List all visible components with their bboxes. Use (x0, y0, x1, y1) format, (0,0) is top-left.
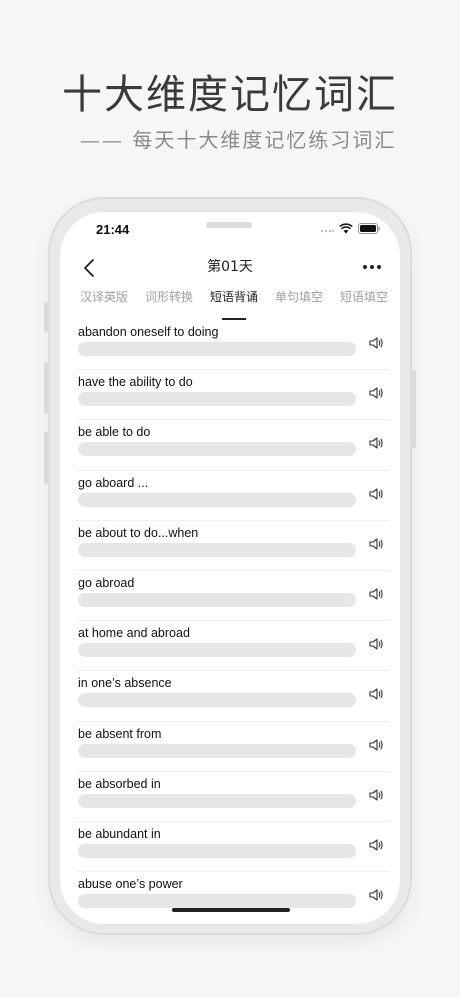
page-title: 第01天 (207, 259, 253, 275)
list-item[interactable]: go aboard ... (76, 471, 390, 521)
speaker-icon[interactable] (368, 435, 384, 451)
answer-bar[interactable] (78, 542, 356, 557)
tab-phrase-recite[interactable]: 短语背诵 (210, 288, 258, 320)
list-item[interactable]: in one’s absence (76, 671, 390, 722)
status-icons (320, 223, 380, 234)
phrase-text: go abroad (78, 575, 135, 590)
list-item[interactable]: abandon oneself to doing (76, 320, 390, 371)
phrase-text: be abundant in (78, 826, 161, 841)
more-dots-icon[interactable] (360, 260, 384, 274)
phrase-text: be able to do (78, 425, 151, 440)
list-item[interactable]: at home and abroad (76, 621, 390, 672)
tab-bar: 汉译英版 词形转换 短语背诵 单句填空 短语填空 (60, 288, 400, 320)
home-indicator[interactable] (172, 908, 290, 912)
phrase-text: abuse one’s power (78, 877, 183, 892)
speaker-icon[interactable] (368, 686, 384, 702)
tab-sentence-fill[interactable]: 单句填空 (275, 288, 323, 314)
speaker-icon[interactable] (368, 486, 384, 502)
list-item[interactable]: abuse one’s power (76, 872, 390, 922)
list-item[interactable]: be able to do (76, 420, 390, 471)
answer-bar[interactable] (78, 894, 356, 909)
speaker-icon[interactable] (368, 636, 384, 652)
list-item[interactable]: be abundant in (76, 822, 390, 873)
speaker-icon[interactable] (368, 887, 384, 903)
tab-word-form[interactable]: 词形转换 (145, 288, 193, 314)
phrase-text: be absorbed in (78, 776, 161, 791)
answer-bar[interactable] (78, 492, 356, 507)
phrase-list: abandon oneself to doing have the abilit… (60, 320, 400, 922)
phrase-text: be absent from (78, 726, 162, 741)
list-item[interactable]: be about to do...when (76, 521, 390, 571)
phone-side-button (44, 432, 48, 484)
list-item[interactable]: have the ability to do (76, 370, 390, 421)
answer-bar[interactable] (78, 743, 356, 758)
answer-bar[interactable] (78, 392, 356, 407)
status-time: 21:44 (96, 222, 130, 237)
speaker-icon[interactable] (368, 385, 384, 401)
phrase-text: in one’s absence (78, 676, 172, 691)
signal-icon (320, 229, 334, 232)
answer-bar[interactable] (78, 643, 356, 658)
list-item[interactable]: be absent from (76, 722, 390, 772)
phone-side-button (412, 370, 416, 448)
status-bar: 21:44 (60, 212, 400, 248)
answer-bar[interactable] (78, 793, 356, 808)
promo-subtitle: —— 每天十大维度记忆练习词汇 (80, 128, 397, 152)
speaker-icon[interactable] (368, 787, 384, 803)
answer-bar[interactable] (78, 843, 356, 858)
phrase-text: at home and abroad (78, 626, 190, 641)
tab-phrase-fill[interactable]: 短语填空 (340, 288, 388, 314)
phone-side-button (44, 362, 48, 414)
list-item[interactable]: go abroad (76, 571, 390, 622)
phrase-text: be about to do...when (78, 525, 199, 540)
list-item[interactable]: be absorbed in (76, 772, 390, 822)
speaker-icon[interactable] (368, 837, 384, 853)
answer-bar[interactable] (78, 693, 356, 708)
speaker-icon[interactable] (368, 586, 384, 602)
promo-title: 十大维度记忆词汇 (62, 72, 398, 118)
speaker-icon[interactable] (368, 536, 384, 552)
wifi-icon (339, 223, 353, 234)
phrase-text: go aboard ... (78, 475, 149, 490)
answer-bar[interactable] (78, 342, 356, 356)
tab-translation[interactable]: 汉译英版 (80, 288, 128, 314)
speaker-icon[interactable] (368, 737, 384, 753)
phrase-text: abandon oneself to doing (78, 325, 219, 339)
phone-screen: 21:44 第01天 汉译英版 词形转换 短语背诵 单句填空 短语填空 aban… (60, 212, 400, 924)
speaker-icon[interactable] (368, 335, 384, 351)
battery-icon (358, 223, 380, 234)
phrase-text: have the ability to do (78, 375, 193, 390)
nav-bar: 第01天 (60, 250, 400, 286)
phone-side-button (44, 302, 48, 332)
speaker-grille (206, 222, 252, 228)
answer-bar[interactable] (78, 592, 356, 607)
answer-bar[interactable] (78, 442, 356, 457)
